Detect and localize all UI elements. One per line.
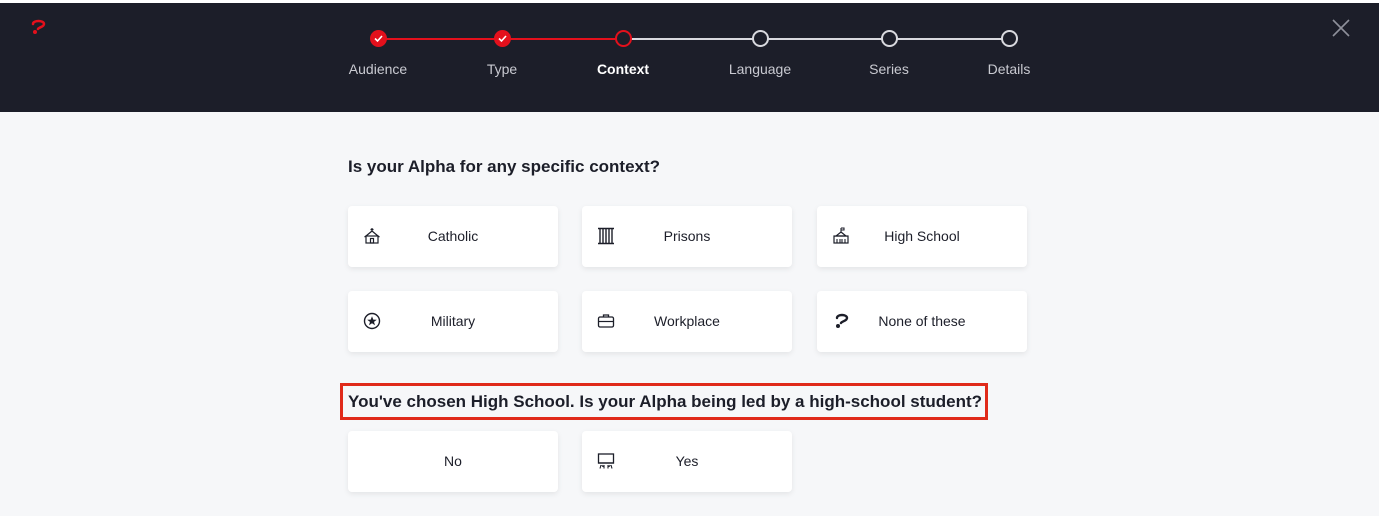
option-prisons[interactable]: Prisons	[582, 206, 792, 267]
step-label: Type	[486, 61, 518, 77]
option-label: Prisons	[663, 228, 711, 244]
step-pending-icon	[752, 30, 769, 47]
option-label: High School	[884, 228, 960, 244]
option-no[interactable]: No	[348, 431, 558, 492]
option-yes[interactable]: Yes	[582, 431, 792, 492]
step-current-icon	[615, 30, 632, 47]
option-label: Workplace	[654, 313, 720, 329]
step-complete-icon	[370, 30, 387, 47]
step-pending-icon	[1001, 30, 1018, 47]
option-none[interactable]: None of these	[817, 291, 1027, 352]
step-pending-icon	[881, 30, 898, 47]
context-question: Is your Alpha for any specific context?	[348, 157, 661, 176]
option-high-school[interactable]: High School	[817, 206, 1027, 267]
option-workplace[interactable]: Workplace	[582, 291, 792, 352]
step-label: Audience	[348, 61, 408, 77]
option-military[interactable]: Military	[348, 291, 558, 352]
option-label: No	[444, 453, 462, 469]
step-complete-icon	[494, 30, 511, 47]
option-label: Catholic	[427, 228, 479, 244]
option-label: Military	[430, 313, 476, 329]
stepper-track-todo	[623, 38, 1009, 40]
followup-question-highlight: You've chosen High School. Is your Alpha…	[340, 383, 988, 420]
step-label: Context	[596, 61, 650, 77]
step-label: Series	[869, 61, 909, 77]
followup-question: You've chosen High School. Is your Alpha…	[348, 392, 983, 411]
step-label: Details	[987, 61, 1031, 77]
progress-stepper: Audience Type Context Language Series De…	[0, 0, 1379, 112]
option-catholic[interactable]: Catholic	[348, 206, 558, 267]
option-label: None of these	[878, 313, 966, 329]
step-label: Language	[728, 61, 792, 77]
option-label: Yes	[675, 453, 699, 469]
